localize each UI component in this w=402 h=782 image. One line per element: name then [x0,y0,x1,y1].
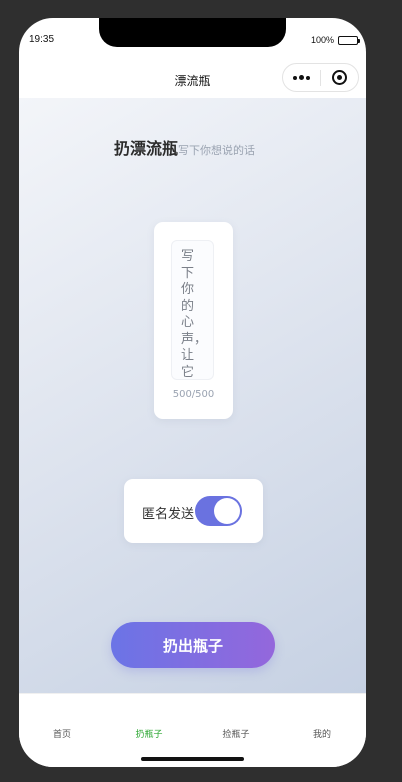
mini-program-capsule [282,63,359,92]
battery-percent: 100% [310,35,334,45]
anonymous-label: 匿名发送 [142,507,195,522]
tab-mine[interactable]: 我的 [287,727,357,740]
more-dots-icon [293,75,310,80]
page-title: 扔漂流瓶 [114,139,179,158]
more-button[interactable] [283,64,320,91]
anonymous-card: 匿名发送 [124,479,263,543]
main-content: 扔漂流瓶 写下你想说的话 写下你的心声，让它随 500/500 匿名发送 扔出瓶… [19,98,366,693]
message-placeholder: 写下你的心声，让它随 [181,249,208,380]
throw-bottle-button[interactable]: 扔出瓶子 [111,622,275,668]
message-card: 写下你的心声，让它随 500/500 [154,222,233,419]
page-subtitle: 写下你想说的话 [178,144,256,157]
status-right: 100% [310,35,360,45]
char-count: 500/500 [172,389,215,400]
tab-home[interactable]: 首页 [27,727,97,740]
status-time: 19:35 [29,34,55,45]
tab-pick-bottle[interactable]: 捡瓶子 [201,727,271,740]
tab-throw-bottle[interactable]: 扔瓶子 [114,727,184,740]
navbar: 漂流瓶 [19,58,366,98]
message-textarea[interactable]: 写下你的心声，让它随 [171,240,214,380]
anonymous-toggle[interactable] [195,496,242,526]
tab-bar: 首页 扔瓶子 捡瓶子 我的 [19,693,366,767]
target-icon [331,70,347,85]
notch [99,18,286,47]
close-miniprogram-button[interactable] [321,64,358,91]
page-header: 扔漂流瓶 写下你想说的话 [114,135,255,159]
home-indicator [141,757,244,761]
phone-frame: 19:35 100% 漂流瓶 扔漂流瓶 写下你想说的话 写下你的心声，让它随 [19,18,366,767]
toggle-knob [214,498,240,524]
battery-icon [338,35,360,45]
